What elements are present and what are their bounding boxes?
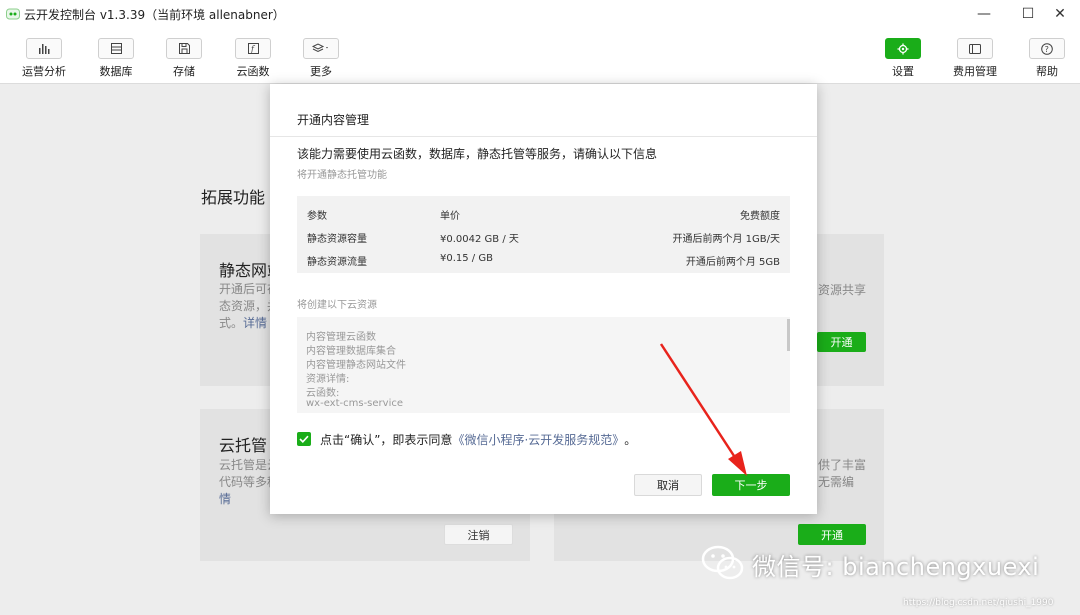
watermark: 微信号: bianchengxuexi bbox=[700, 544, 1060, 584]
watermark-url: https://blog.csdn.net/qiushi_1990 bbox=[903, 598, 1054, 608]
annotation-arrow-icon bbox=[659, 343, 747, 476]
wechat-icon bbox=[701, 545, 744, 580]
watermark-text: 微信号: bianchengxuexi bbox=[752, 553, 1040, 581]
